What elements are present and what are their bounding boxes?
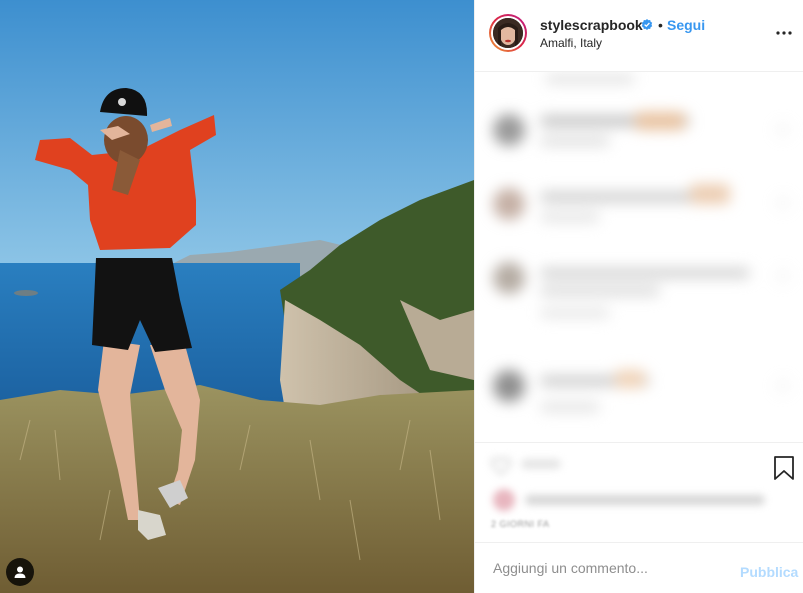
post-photo[interactable] xyxy=(0,0,474,593)
comment-avatar xyxy=(493,370,525,402)
blurred-comments xyxy=(475,72,803,442)
post-header: stylescrapbook • Segui Amalfi, Italy xyxy=(475,0,803,72)
comment-avatar xyxy=(493,262,525,294)
verified-badge-icon xyxy=(641,19,653,30)
user-tag-icon[interactable] xyxy=(6,558,34,586)
post-actions: 2 GIORNI FA xyxy=(475,442,803,542)
comments-list xyxy=(475,72,803,442)
like-icon[interactable] xyxy=(491,457,511,475)
location-link[interactable]: Amalfi, Italy xyxy=(540,36,602,50)
post-side-panel: stylescrapbook • Segui Amalfi, Italy 2 G… xyxy=(474,0,803,593)
comment-avatar xyxy=(493,114,525,146)
instagram-post-modal: stylescrapbook • Segui Amalfi, Italy 2 G… xyxy=(0,0,803,593)
bookmark-icon[interactable] xyxy=(773,455,795,481)
follow-button[interactable]: Segui xyxy=(667,17,705,33)
post-date: 2 GIORNI FA xyxy=(491,519,550,529)
photo-illustration xyxy=(0,0,474,593)
publish-button[interactable]: Pubblica xyxy=(740,564,798,580)
separator-dot: • xyxy=(658,17,663,33)
comment-avatar xyxy=(493,188,525,220)
comment-input[interactable] xyxy=(491,557,725,579)
add-comment-bar: Pubblica xyxy=(475,542,803,593)
username-link[interactable]: stylescrapbook xyxy=(540,17,643,33)
more-options-icon[interactable] xyxy=(775,30,793,36)
grass xyxy=(0,385,474,593)
avatar[interactable] xyxy=(489,14,527,52)
